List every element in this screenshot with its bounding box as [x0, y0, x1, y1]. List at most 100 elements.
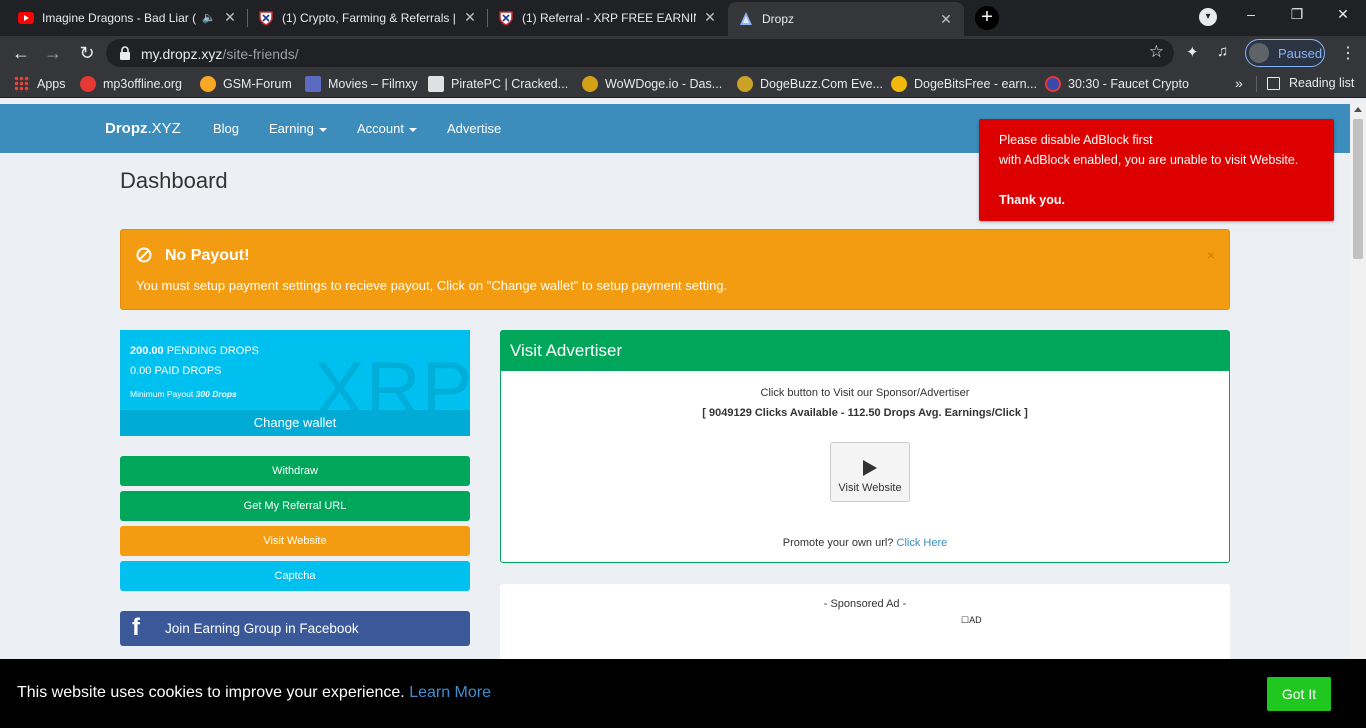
reading-list-button[interactable]: Reading list [1267, 76, 1354, 90]
no-payout-alert: No Payout! You must setup payment settin… [120, 229, 1230, 310]
site-brand[interactable]: Dropz.XYZ [105, 120, 181, 137]
learn-more-link[interactable]: Learn More [409, 684, 491, 701]
bookmark-mp3offline[interactable]: mp3offline.org [80, 76, 182, 92]
bookmark-dogebitsfree[interactable]: DogeBitsFree - earn... [891, 76, 1037, 92]
nav-blog[interactable]: Blog [213, 121, 239, 136]
nav-account[interactable]: Account [357, 121, 417, 136]
tab-title: Imagine Dragons - Bad Liar ( [42, 10, 197, 25]
alert-close-icon[interactable]: × [1207, 247, 1215, 263]
pending-amount: 200.00 [130, 345, 164, 357]
address-bar[interactable]: my.dropz.xyz/site-friends/ ☆ [106, 39, 1174, 67]
bookmark-filmxy[interactable]: Movies – Filmxy [305, 76, 418, 92]
bookmark-wowdoge[interactable]: WoWDoge.io - Das... [582, 76, 722, 92]
panel-header: Visit Advertiser [501, 331, 1229, 371]
mp3offline-icon [80, 76, 96, 92]
facebook-group-label: Join Earning Group in Facebook [165, 621, 359, 636]
tab-close-icon[interactable]: ✕ [702, 9, 718, 26]
alert-title: No Payout! [165, 247, 250, 264]
sponsored-label: - Sponsored Ad - [823, 598, 907, 610]
bookmark-star-icon[interactable]: ☆ [1149, 42, 1164, 62]
ad-tag[interactable]: ☐AD [961, 615, 982, 626]
adblock-notice: Please disable AdBlock first with AdBloc… [979, 119, 1334, 221]
restore-button[interactable]: ❐ [1282, 6, 1312, 23]
play-icon [863, 460, 877, 476]
bookmark-gsm-forum[interactable]: GSM-Forum [200, 76, 292, 92]
shield-icon [498, 10, 514, 26]
bookmark-faucetcrypto[interactable]: 30:30 - Faucet Crypto [1045, 76, 1189, 92]
promo-text: Promote your own url? [782, 537, 894, 549]
min-payout-value: 300 Drops [195, 389, 237, 399]
scroll-up-icon[interactable] [1354, 107, 1362, 112]
bookmark-piratepc[interactable]: PiratePC | Cracked... [428, 76, 568, 92]
promo-click-here-link[interactable]: Click Here [897, 537, 948, 549]
extensions-puzzle-icon[interactable]: ✦ [1186, 43, 1199, 61]
cookie-banner: This website uses cookies to improve you… [0, 659, 1366, 728]
tab-title: (1) Crypto, Farming & Referrals | [282, 10, 456, 25]
url-host: my.dropz.xyz [141, 46, 223, 62]
reading-list-label: Reading list [1289, 76, 1355, 90]
minimize-button[interactable]: – [1236, 6, 1266, 22]
change-wallet-link[interactable]: Change wallet [120, 410, 470, 436]
back-arrow-icon[interactable]: ← [8, 40, 34, 66]
page-scrollbar[interactable] [1350, 104, 1366, 659]
bookmark-dogebuzz[interactable]: DogeBuzz.Com Eve... [737, 76, 883, 92]
tab-close-icon[interactable]: ✕ [462, 9, 478, 26]
dogebuzz-icon [737, 76, 753, 92]
lock-icon [120, 46, 130, 60]
tab-close-icon[interactable]: ✕ [222, 9, 238, 26]
tab-imagine-dragons[interactable]: Imagine Dragons - Bad Liar ( 🔈 ✕ [8, 0, 248, 35]
adblock-line-3: Thank you. [999, 193, 1065, 207]
withdraw-button[interactable]: Withdraw [120, 456, 470, 486]
bookmark-apps[interactable]: Apps [14, 76, 66, 92]
nav-earning[interactable]: Earning [269, 121, 327, 136]
bookmarks-bar: Apps mp3offline.org GSM-Forum Movies – F… [0, 70, 1366, 98]
piratepc-icon [428, 76, 444, 92]
visit-website-button[interactable]: Visit Website [830, 442, 910, 502]
pending-label: PENDING DROPS [166, 345, 260, 357]
reading-list-icon [1267, 76, 1280, 90]
sponsored-ad-box: - Sponsored Ad - ☐AD [500, 584, 1230, 664]
cookie-accept-button[interactable]: Got It [1267, 677, 1331, 711]
cookie-text: This website uses cookies to improve you… [17, 684, 491, 702]
tab-title: Dropz [762, 12, 795, 26]
visit-website-label: Visit Website [838, 482, 902, 494]
caret-down-icon [318, 127, 327, 132]
speaker-icon[interactable]: 🔈 [202, 11, 216, 24]
tab-close-icon[interactable]: ✕ [938, 11, 954, 28]
referral-url-button[interactable]: Get My Referral URL [120, 491, 470, 521]
shield-icon [258, 10, 274, 26]
avatar [1249, 43, 1269, 63]
browser-menu-icon[interactable]: ⋮ [1340, 43, 1356, 63]
scrollbar-thumb[interactable] [1353, 119, 1363, 259]
dogebitsfree-icon [891, 76, 907, 92]
close-window-button[interactable]: ✕ [1328, 6, 1358, 23]
brand-light: .XYZ [147, 120, 181, 137]
min-payout-label: Minimum Payout [130, 389, 194, 399]
tab-crypto-farming[interactable]: (1) Crypto, Farming & Referrals | ✕ [248, 0, 488, 35]
facebook-group-button[interactable]: f Join Earning Group in Facebook [120, 611, 470, 646]
tab-title: (1) Referral - XRP FREE EARNING [522, 10, 696, 25]
profile-button[interactable]: Paused [1245, 39, 1325, 67]
page-title: Dashboard [120, 168, 228, 193]
bookmark-label: Movies – Filmxy [328, 77, 418, 91]
visit-advertiser-panel: Visit Advertiser Click button to Visit o… [500, 330, 1230, 563]
pending-drops: 200.00 PENDING DROPS [130, 345, 259, 357]
nav-account-label: Account [357, 121, 404, 136]
ad-tag-label: AD [969, 615, 982, 625]
minimum-payout: Minimum Payout 300 Drops [130, 389, 237, 399]
visit-website-side-button[interactable]: Visit Website [120, 526, 470, 556]
tab-referral-xrp[interactable]: (1) Referral - XRP FREE EARNING ✕ [488, 0, 728, 35]
bookmarks-overflow-button[interactable]: » [1235, 75, 1243, 91]
nav-advertise[interactable]: Advertise [447, 121, 501, 136]
forward-arrow-icon[interactable]: → [40, 40, 66, 66]
bookmark-label: Apps [37, 77, 66, 91]
reload-icon[interactable]: ↻ [74, 40, 100, 66]
browser-tabstrip: Imagine Dragons - Bad Liar ( 🔈 ✕ (1) Cry… [0, 0, 1366, 36]
captcha-button[interactable]: Captcha [120, 561, 470, 591]
brand-bold: Dropz [105, 120, 148, 137]
media-control-icon[interactable]: ♫ [1217, 43, 1228, 60]
new-tab-button[interactable]: + [975, 6, 999, 30]
tab-search-icon[interactable]: ▾ [1199, 8, 1217, 26]
tab-dropz[interactable]: Dropz ✕ [728, 2, 964, 36]
wallet-info-box: XRP 200.00 PENDING DROPS 0.00 PAID DROPS… [120, 330, 470, 436]
